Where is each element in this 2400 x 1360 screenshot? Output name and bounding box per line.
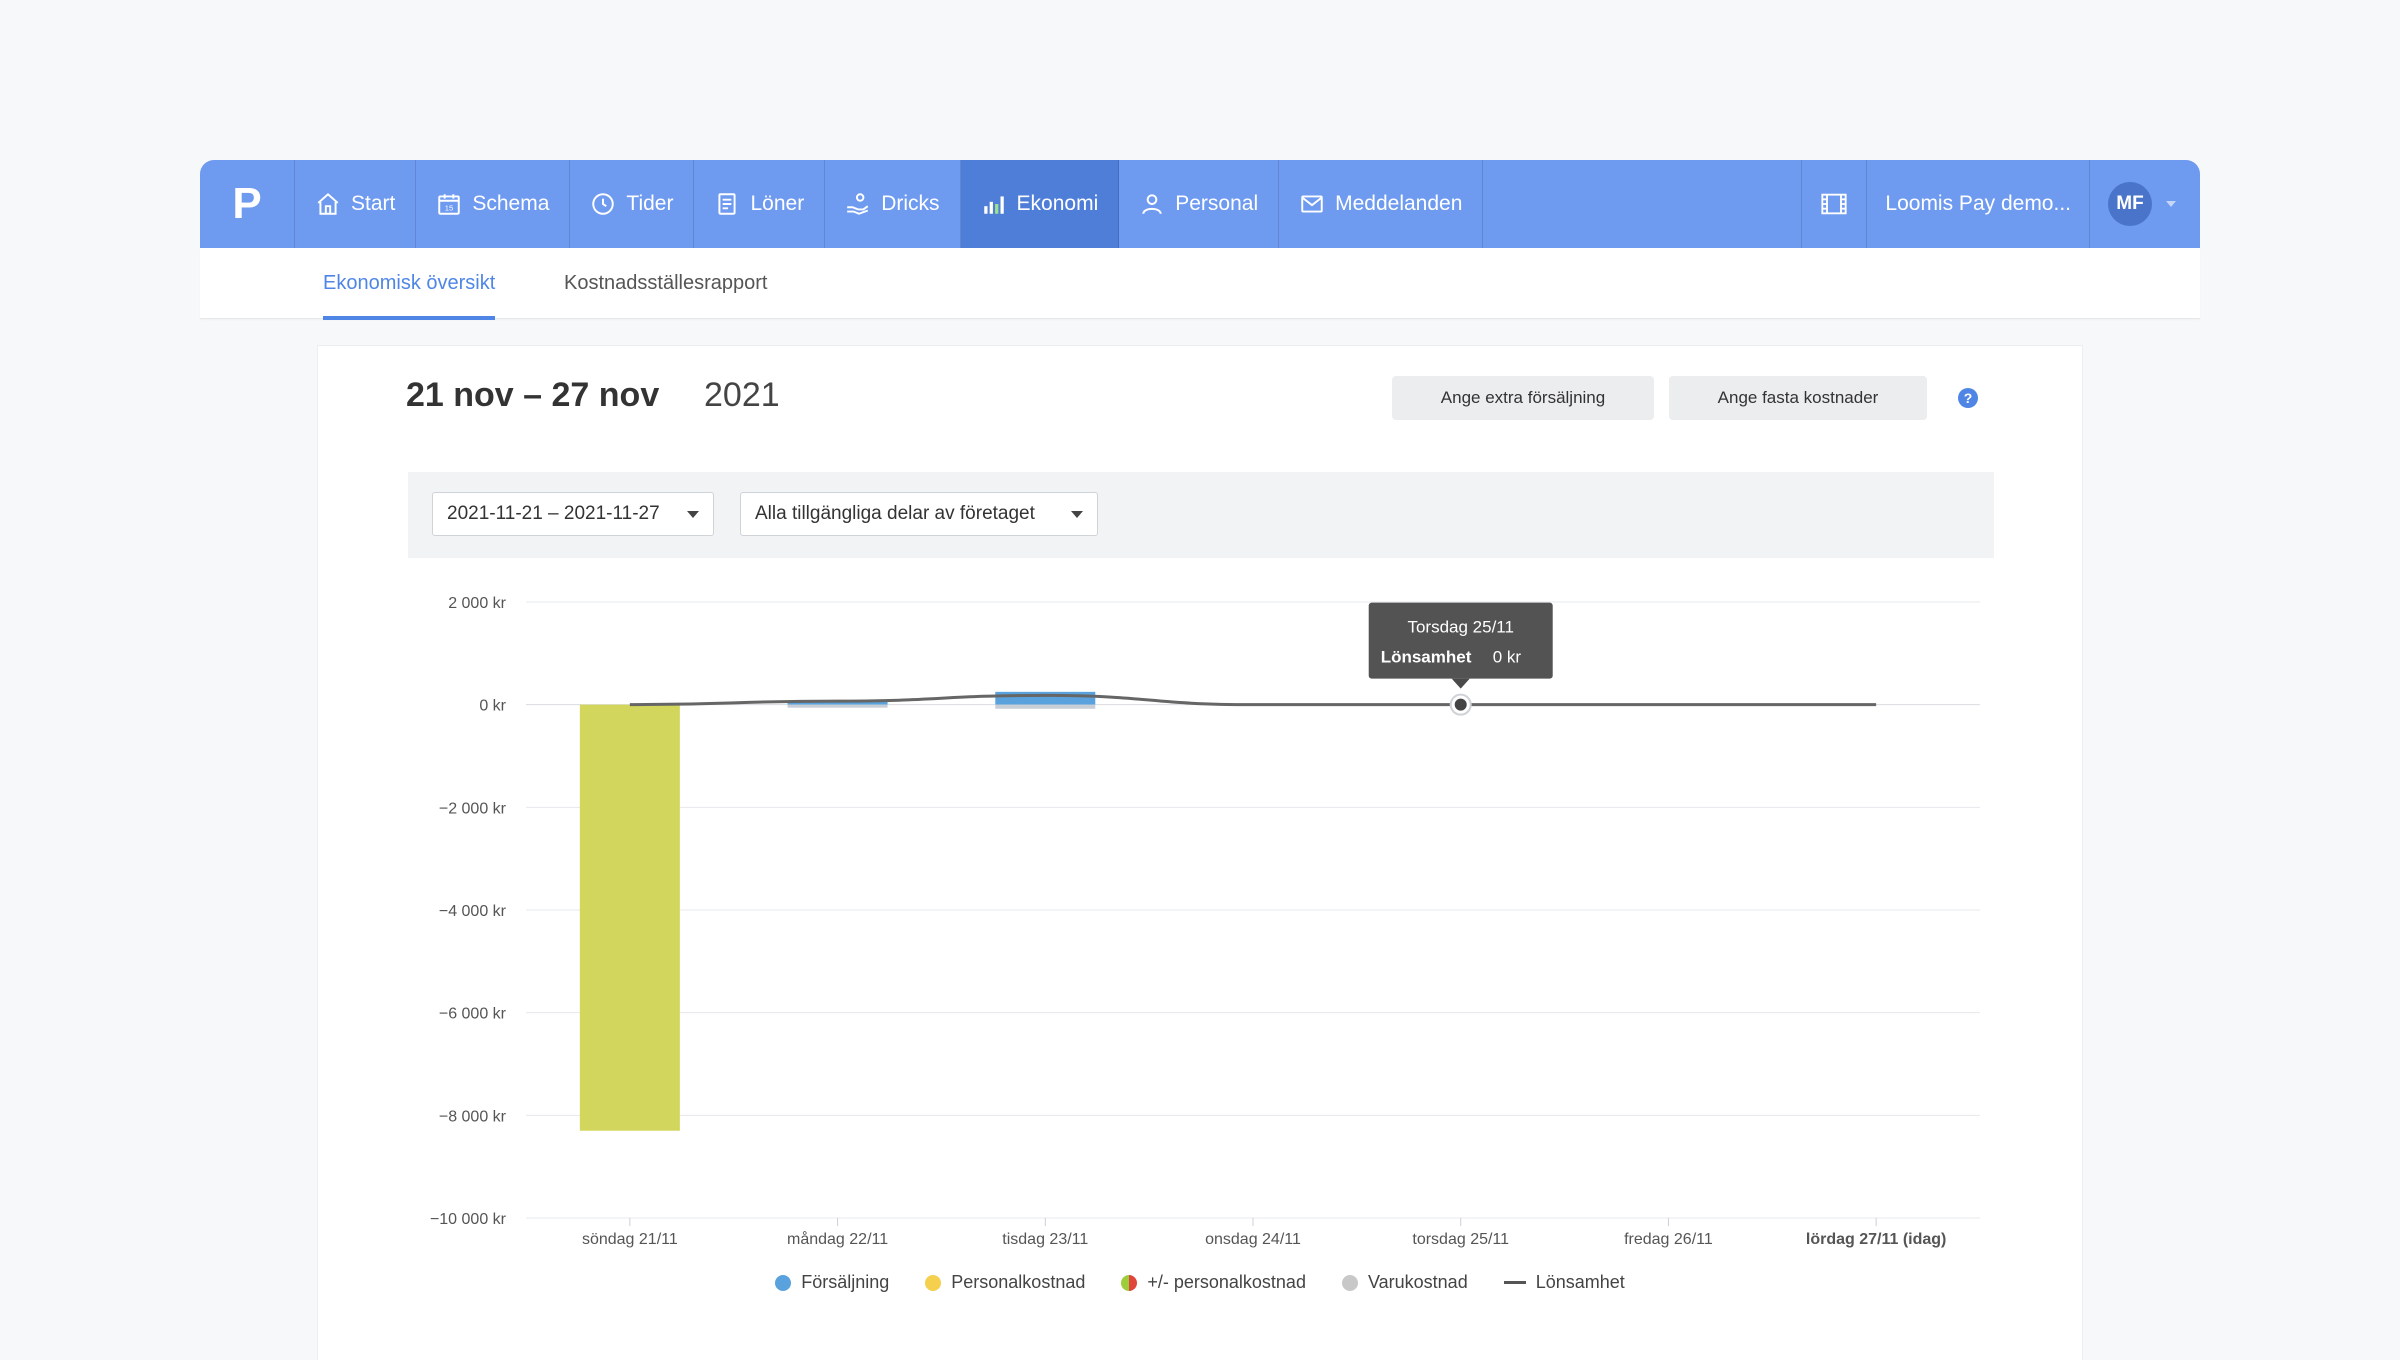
legend-label: +/- personalkostnad [1147,1272,1306,1292]
nav-item-tider[interactable]: Tider [570,160,695,248]
document-icon [718,193,737,215]
legend-swatch [1341,1274,1358,1291]
nav-item-ekonomi[interactable]: Ekonomi [960,160,1120,248]
bar-varukostnad [995,704,1096,709]
bar-försäljning [995,691,1096,705]
svg-text:15: 15 [445,204,453,213]
tooltip-value: 0 kr [1493,648,1522,667]
x-tick-label: torsdag 25/11 [1412,1231,1509,1248]
nav-label: Löner [750,192,805,215]
tab-ekonomisk-oversikt[interactable]: Ekonomisk översikt [323,272,496,320]
nav-item-loner[interactable]: Löner [694,160,826,248]
nav-item-schema[interactable]: 15 Schema [416,160,571,248]
economy-overview-card: 21 nov – 27 nov 2021 Ange extra försäljn… [318,346,2082,1360]
calendar-icon: 15 [438,194,461,215]
y-tick-label: −2 000 kr [439,800,507,817]
profitability-chart[interactable]: 2 000 kr 0 kr −2 000 kr −4 000 kr −6 000 kr −… [318,346,2082,1360]
tooltip-box [1368,602,1553,679]
nav-item-personal[interactable]: Personal [1119,160,1280,248]
legend-swatch [1503,1281,1526,1284]
nav-label: Ekonomi [1016,192,1099,215]
nav-label: Start [351,192,396,215]
tooltip-title: Torsdag 25/11 [1407,618,1513,637]
legend-label: Personalkostnad [951,1272,1086,1292]
y-tick-label: −6 000 kr [439,1006,507,1023]
nav-item-meddelanden[interactable]: Meddelanden [1279,160,1484,248]
x-tick-label: tisdag 23/11 [1002,1231,1088,1248]
film-button[interactable] [1801,160,1866,248]
legend-swatch [925,1274,942,1291]
avatar: MF [2108,182,2152,226]
legend-item[interactable]: Varukostnad [1341,1272,1468,1293]
y-tick-label: 2 000 kr [448,595,506,612]
nav-label: Tider [626,192,674,215]
tab-kostnadsstallesrapport[interactable]: Kostnadsställesrapport [564,272,767,295]
legend-item[interactable]: Försäljning [775,1272,889,1293]
chart-legend: Försäljning Personalkostnad +/- personal… [318,1272,2082,1293]
home-icon [317,192,339,215]
person-icon [1142,194,1162,215]
logo[interactable]: P [200,160,295,248]
y-tick-label: 0 kr [479,698,506,715]
nav-item-start[interactable]: Start [295,160,417,248]
envelope-icon [1301,195,1323,213]
bar-chart-icon [983,196,1004,214]
bar-varukostnad [787,704,888,708]
clock-icon [592,193,615,215]
chart-tooltip: Torsdag 25/11 Lönsamhet 0 kr [1368,602,1553,689]
tooltip-arrow [1451,678,1470,689]
hand-coin-icon [847,193,869,215]
y-tick-label: −10 000 kr [430,1211,507,1228]
top-navbar: P Start 15 Schema Tider Löner Dricks Eko… [200,160,2200,248]
nav-label: Dricks [881,192,940,215]
legend-swatch [775,1274,792,1291]
nav-label: Meddelanden [1335,192,1463,215]
nav-label: Schema [472,192,550,215]
nav-label: Personal [1175,192,1259,215]
film-icon [1821,193,1848,215]
y-tick-label: −4 000 kr [439,903,507,920]
legend-label: Försäljning [801,1272,890,1292]
legend-swatch [1121,1274,1138,1291]
y-tick-label: −8 000 kr [439,1108,507,1125]
x-tick-label: lördag 27/11 (idag) [1806,1231,1946,1248]
chevron-down-icon [2166,201,2176,207]
legend-item[interactable]: +/- personalkostnad [1121,1272,1306,1293]
user-menu[interactable]: MF [2089,160,2200,248]
x-tick-label: fredag 26/11 [1624,1231,1713,1248]
legend-item[interactable]: Lönsamhet [1503,1272,1625,1293]
legend-label: Varukostnad [1367,1272,1468,1292]
legend-label: Lönsamhet [1535,1272,1625,1292]
x-tick-label: måndag 22/11 [787,1230,888,1248]
sub-navigation: Ekonomisk översikt Kostnadsställesrappor… [200,248,2200,320]
x-tick-label: söndag 21/11 [582,1231,678,1248]
x-tick-label: onsdag 24/11 [1205,1231,1301,1248]
tooltip-label: Lönsamhet [1381,648,1472,667]
bar-personalkostnad [579,704,680,1131]
nav-item-dricks[interactable]: Dricks [825,160,961,248]
hover-point [1454,698,1467,711]
account-switcher[interactable]: Loomis Pay demo... [1866,160,2089,248]
legend-item[interactable]: Personalkostnad [925,1272,1085,1293]
